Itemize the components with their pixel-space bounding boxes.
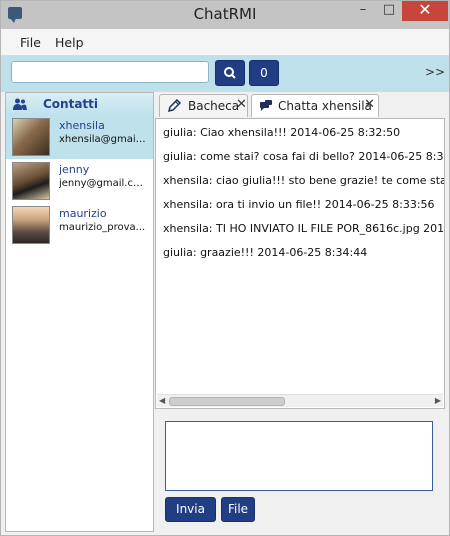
contact-email: maurizio_prova... — [59, 222, 146, 233]
contact-name: jenny — [59, 163, 90, 176]
menu-help[interactable]: Help — [55, 35, 84, 50]
app-window: ChatRMI – □ ✕ File Help 0 >> Contatti xh… — [0, 0, 450, 536]
close-tab-icon[interactable]: ✕ — [236, 97, 247, 112]
contacts-icon — [13, 98, 27, 110]
close-tab-icon[interactable]: ✕ — [364, 97, 375, 112]
scrollbar-thumb[interactable] — [169, 397, 285, 406]
search-input[interactable] — [11, 61, 209, 83]
maximize-button[interactable]: □ — [376, 1, 402, 21]
horizontal-scrollbar[interactable]: ◀ ▶ — [157, 394, 443, 407]
close-button[interactable]: ✕ — [402, 1, 448, 21]
tab-label: Chatta xhensila — [278, 99, 372, 113]
contacts-label: Contatti — [43, 97, 99, 111]
tab-bar: Bacheca ✕ Chatta xhensila ✕ — [155, 92, 445, 118]
main-panel: Bacheca ✕ Chatta xhensila ✕ giulia: Ciao… — [155, 92, 445, 532]
chat-message: giulia: Ciao xhensila!!! 2014-06-25 8:32… — [163, 126, 401, 139]
contact-email: xhensila@gmail.... — [59, 134, 147, 145]
expand-button[interactable]: >> — [425, 65, 445, 79]
chat-icon — [260, 100, 272, 111]
contact-name: xhensila — [59, 119, 105, 132]
contact-item[interactable]: maurizio maurizio_prova... — [6, 203, 153, 247]
toolbar: 0 >> — [1, 56, 449, 92]
avatar — [12, 206, 50, 244]
contacts-panel: Contatti xhensila xhensila@gmail.... jen… — [5, 92, 154, 532]
contact-item[interactable]: jenny jenny@gmail.com — [6, 159, 153, 203]
file-button[interactable]: File — [221, 497, 255, 522]
contact-item[interactable]: xhensila xhensila@gmail.... — [6, 115, 153, 159]
contact-name: maurizio — [59, 207, 107, 220]
search-button[interactable] — [215, 60, 245, 86]
contact-email: jenny@gmail.com — [59, 178, 147, 189]
scroll-right-icon[interactable]: ▶ — [435, 396, 441, 405]
pencil-icon — [167, 99, 181, 113]
avatar — [12, 118, 50, 156]
contacts-header: Contatti — [6, 93, 153, 115]
search-icon — [224, 67, 236, 79]
title-bar: ChatRMI – □ ✕ — [1, 1, 449, 29]
minimize-button[interactable]: – — [350, 1, 376, 21]
menu-bar: File Help — [1, 29, 449, 56]
avatar — [12, 162, 50, 200]
chat-message: giulia: graazie!!! 2014-06-25 8:34:44 — [163, 246, 368, 259]
chat-history[interactable]: giulia: Ciao xhensila!!! 2014-06-25 8:32… — [155, 118, 445, 409]
tab-chatta-xhensila[interactable]: Chatta xhensila ✕ — [251, 94, 379, 117]
chat-message: giulia: come stai? cosa fai di bello? 20… — [163, 150, 445, 163]
chat-message: xhensila: TI HO INVIATO IL FILE POR_8616… — [163, 222, 445, 235]
count-button[interactable]: 0 — [249, 60, 279, 86]
menu-file[interactable]: File — [20, 35, 41, 50]
chat-message: xhensila: ora ti invio un file!! 2014-06… — [163, 198, 435, 211]
tab-bacheca[interactable]: Bacheca ✕ — [159, 94, 248, 117]
tab-label: Bacheca — [188, 99, 240, 113]
scroll-left-icon[interactable]: ◀ — [159, 396, 165, 405]
message-input[interactable] — [165, 421, 433, 491]
chat-message: xhensila: ciao giulia!!! sto bene grazie… — [163, 174, 445, 187]
send-button[interactable]: Invia — [165, 497, 216, 522]
